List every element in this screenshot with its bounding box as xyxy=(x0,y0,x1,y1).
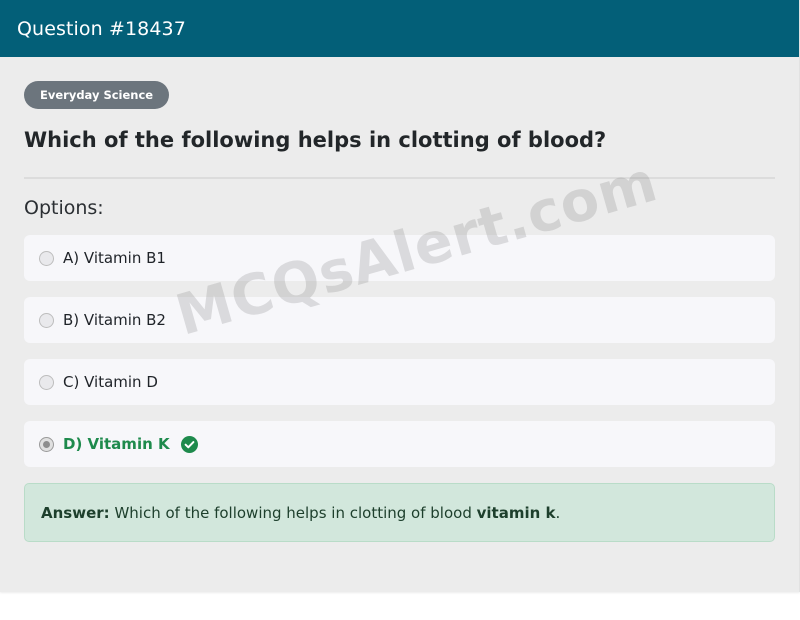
question-text: Which of the following helps in clotting… xyxy=(24,128,607,152)
options-label: Options: xyxy=(24,197,104,219)
options-list: A) Vitamin B1 B) Vitamin B2 C) Vitamin D… xyxy=(24,235,775,467)
radio-d-selected[interactable] xyxy=(39,436,54,452)
option-c[interactable]: C) Vitamin D xyxy=(24,359,775,405)
category-badge[interactable]: Everyday Science xyxy=(24,81,170,109)
card-body: Everyday Science Which of the following … xyxy=(0,57,799,542)
divider xyxy=(24,177,775,179)
answer-prefix: Answer: xyxy=(41,503,110,522)
check-circle-icon xyxy=(180,435,198,453)
radio-a[interactable] xyxy=(39,250,54,266)
radio-b[interactable] xyxy=(39,312,54,328)
option-label: C) Vitamin D xyxy=(63,373,158,391)
option-a[interactable]: A) Vitamin B1 xyxy=(24,235,775,281)
answer-line: Answer: Which of the following helps in … xyxy=(41,504,560,522)
option-label: B) Vitamin B2 xyxy=(63,311,166,329)
card-header: Question #18437 xyxy=(0,0,799,57)
answer-text: Which of the following helps in clotting… xyxy=(114,503,472,522)
question-card: Question #18437 Everyday Science Which o… xyxy=(0,0,800,592)
answer-value: vitamin k xyxy=(476,503,556,522)
radio-dot xyxy=(43,440,50,448)
option-label: D) Vitamin K xyxy=(63,435,170,453)
radio-c[interactable] xyxy=(39,374,54,390)
question-number-title: Question #18437 xyxy=(17,17,186,40)
option-label: A) Vitamin B1 xyxy=(63,249,166,267)
answer-suffix: . xyxy=(555,503,561,522)
answer-box: Answer: Which of the following helps in … xyxy=(24,483,775,542)
option-b[interactable]: B) Vitamin B2 xyxy=(24,297,775,343)
option-d[interactable]: D) Vitamin K xyxy=(24,421,775,467)
